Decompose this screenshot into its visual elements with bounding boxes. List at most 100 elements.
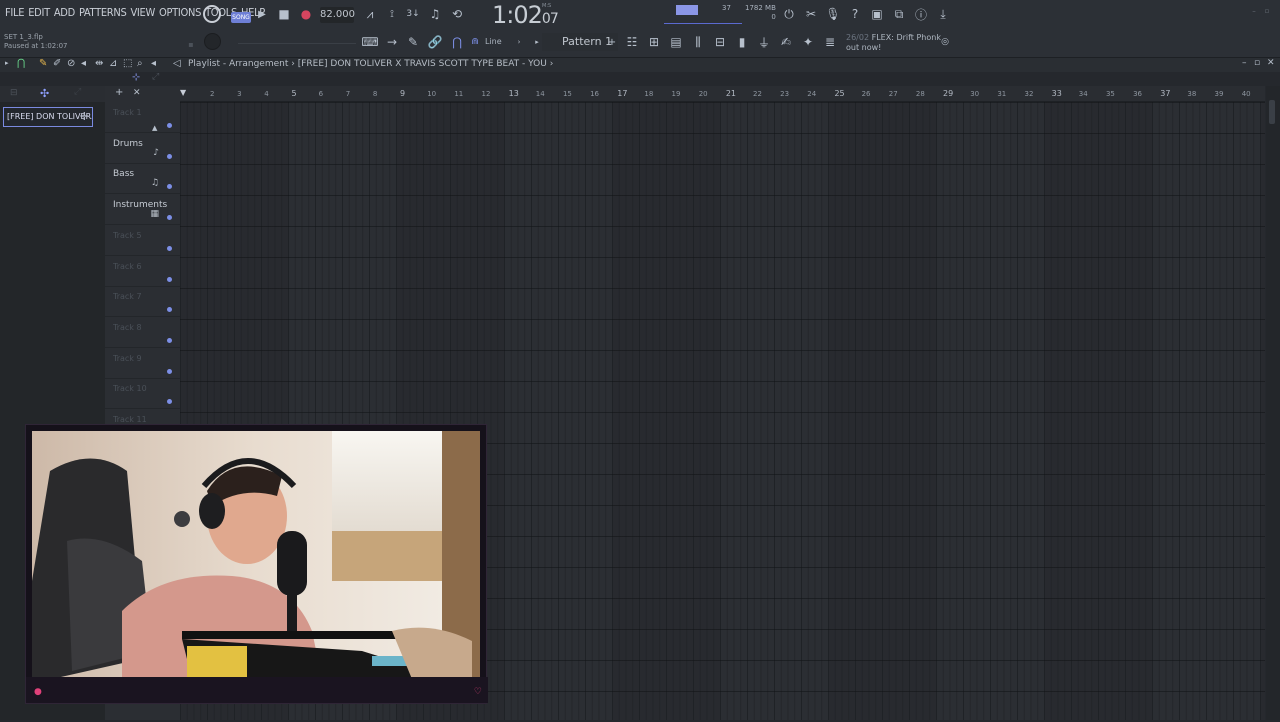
touch-controller-icon[interactable]: ✍	[778, 34, 794, 50]
song-mode-button[interactable]: SONG	[231, 12, 251, 23]
track-name[interactable]: Track 10	[113, 384, 147, 393]
metronome-icon[interactable]: ⩘	[362, 6, 378, 22]
brush-icon[interactable]: ✎	[405, 34, 421, 50]
breadcrumb-back-icon[interactable]: ◁	[173, 58, 181, 69]
menu-view[interactable]: VIEW	[130, 6, 155, 19]
track-enable-led-icon[interactable]	[167, 215, 172, 221]
scrollbar-thumb[interactable]	[1269, 100, 1275, 124]
track-header[interactable]: Track 10	[105, 378, 180, 410]
track-enable-led-icon[interactable]	[167, 245, 172, 251]
typing-keyboard-icon[interactable]: ⌨	[361, 34, 378, 50]
slice-tool-icon[interactable]: ⊿	[109, 58, 117, 69]
track-name[interactable]: Instruments	[113, 200, 167, 210]
track-header[interactable]: Track 9	[105, 348, 180, 379]
picker-automation-icon[interactable]: ⤢	[74, 87, 81, 97]
track-header[interactable]: Track 8	[105, 317, 180, 348]
picker-expand-icon[interactable]: ⊹	[132, 72, 140, 83]
piano-roll-icon[interactable]: ▤	[668, 34, 684, 50]
download-icon[interactable]: ⤓	[935, 6, 951, 22]
track-enable-led-icon[interactable]	[167, 399, 172, 405]
track-header[interactable]: Track 7	[105, 286, 180, 318]
link-icon[interactable]: 🔗	[427, 34, 443, 50]
browser-icon[interactable]: ⊟	[712, 34, 728, 50]
track-header[interactable]: Bass ♫	[105, 163, 180, 195]
track-name[interactable]: Track 7	[113, 292, 142, 301]
play-icon[interactable]: ▶	[255, 6, 269, 22]
delete-tool-icon[interactable]: ⊘	[67, 58, 75, 69]
track-name[interactable]: Track 11	[113, 415, 147, 424]
main-pitch-slider[interactable]	[664, 18, 742, 24]
picker-view-icon[interactable]: ⊟	[10, 88, 18, 98]
picker-audio-icon[interactable]: ✣	[40, 87, 49, 100]
timeline-ruler[interactable]: ▼ 2 3 4 5 6 7 8 9 10 11 12 13 14 15 16 17 18 19 20 21 22 23 24…	[180, 86, 1265, 102]
stop-icon[interactable]: ■	[277, 6, 291, 22]
track-name[interactable]: Drums	[113, 139, 143, 149]
mixer-icon[interactable]: ⫼	[690, 34, 706, 50]
paint-tool-icon[interactable]: ✐	[53, 58, 61, 69]
pencil-tool-icon[interactable]: ⋂	[17, 58, 25, 69]
maximize-app-icon[interactable]: ▫	[1262, 6, 1272, 16]
news-panel[interactable]: 26/02 FLEX: Drift Phonk out now!	[846, 33, 941, 53]
tempo-display[interactable]: 82.000	[320, 7, 355, 23]
plugin-picker-icon[interactable]: ⏚	[756, 34, 772, 50]
track-enable-led-icon[interactable]	[167, 307, 172, 313]
menu-options[interactable]: OPTIONS	[159, 6, 201, 19]
help-icon[interactable]: ?	[847, 6, 863, 22]
playlist-icon[interactable]: ☷	[624, 34, 640, 50]
playlist-maximize-icon[interactable]: ▫	[1254, 58, 1260, 68]
track-enable-led-icon[interactable]	[167, 276, 172, 282]
playhead-marker-icon[interactable]: ▼	[180, 88, 186, 97]
pattern-clip-source[interactable]: [FREE] DON TOLIVER... ✛	[3, 107, 93, 127]
mic-icon[interactable]: 🎙	[825, 6, 841, 22]
playback-tool-icon[interactable]: ◂	[151, 58, 156, 69]
snap-mode-select[interactable]: Line	[485, 37, 502, 46]
track-header[interactable]: Instruments ▦	[105, 194, 180, 226]
menu-patterns[interactable]: PATTERNS	[79, 6, 127, 19]
loop-record-icon[interactable]: ⟲	[449, 6, 465, 22]
snap-next-icon[interactable]: ›	[514, 36, 524, 48]
render-icon[interactable]: ⧉	[891, 6, 907, 22]
save-icon[interactable]: ▣	[869, 6, 885, 22]
track-name[interactable]: Track 6	[113, 262, 142, 271]
remove-track-icon[interactable]: ✕	[133, 88, 141, 98]
select-tool-icon[interactable]: ⬚	[123, 58, 132, 69]
slip-tool-icon[interactable]: ⇹	[95, 58, 103, 69]
step-edit-icon[interactable]: ♫	[427, 6, 443, 22]
draw-tool-icon[interactable]: ✎	[39, 58, 47, 69]
track-enable-led-icon[interactable]	[167, 337, 172, 343]
countdown-icon[interactable]: 3↓	[405, 6, 421, 22]
track-name[interactable]: Track 1	[113, 108, 142, 117]
track-name[interactable]: Bass	[113, 169, 134, 179]
snap-icon[interactable]: ⋒	[470, 36, 480, 48]
playlist-minimize-icon[interactable]: –	[1242, 58, 1247, 68]
add-track-icon[interactable]: +	[115, 87, 123, 98]
cut-icon[interactable]: ✂	[803, 6, 819, 22]
playlist-close-icon[interactable]: ✕	[1267, 58, 1275, 68]
master-volume-knob-icon[interactable]	[203, 5, 221, 23]
track-header[interactable]: Track 6	[105, 256, 180, 287]
pattern-clip-add-icon[interactable]: ✛	[80, 108, 89, 126]
menu-edit[interactable]: EDIT	[28, 6, 50, 19]
track-name[interactable]: Track 9	[113, 354, 142, 363]
magnet-icon[interactable]: ⋂	[449, 34, 465, 50]
plugin-database-icon[interactable]: ✦	[800, 34, 816, 50]
main-volume-knob-icon[interactable]	[204, 33, 221, 50]
pattern-prev-icon[interactable]: ▸	[532, 36, 542, 48]
zoom-tool-icon[interactable]: ⌕	[137, 58, 143, 69]
track-enable-led-icon[interactable]	[167, 123, 172, 128]
undo-history-icon[interactable]: ⏻	[781, 6, 797, 22]
playlist-vertical-scrollbar[interactable]	[1266, 86, 1280, 720]
tempo-nudge-slider[interactable]	[238, 40, 356, 44]
mute-tool-icon[interactable]: ◂	[81, 58, 86, 69]
info-icon[interactable]: ⓘ	[913, 6, 929, 22]
menu-file[interactable]: FILE	[5, 6, 24, 19]
minimize-app-icon[interactable]: –	[1249, 6, 1259, 16]
menu-add[interactable]: ADD	[54, 6, 75, 19]
track-header[interactable]: Drums ♪	[105, 133, 180, 164]
track-name[interactable]: Track 8	[113, 323, 142, 332]
news-refresh-icon[interactable]: ◎	[938, 35, 952, 49]
add-pattern-icon[interactable]: +	[606, 35, 618, 49]
track-header[interactable]: Track 5	[105, 225, 180, 256]
track-header[interactable]: Track 1	[105, 102, 180, 133]
wait-for-input-icon[interactable]: ⟟	[384, 6, 400, 22]
